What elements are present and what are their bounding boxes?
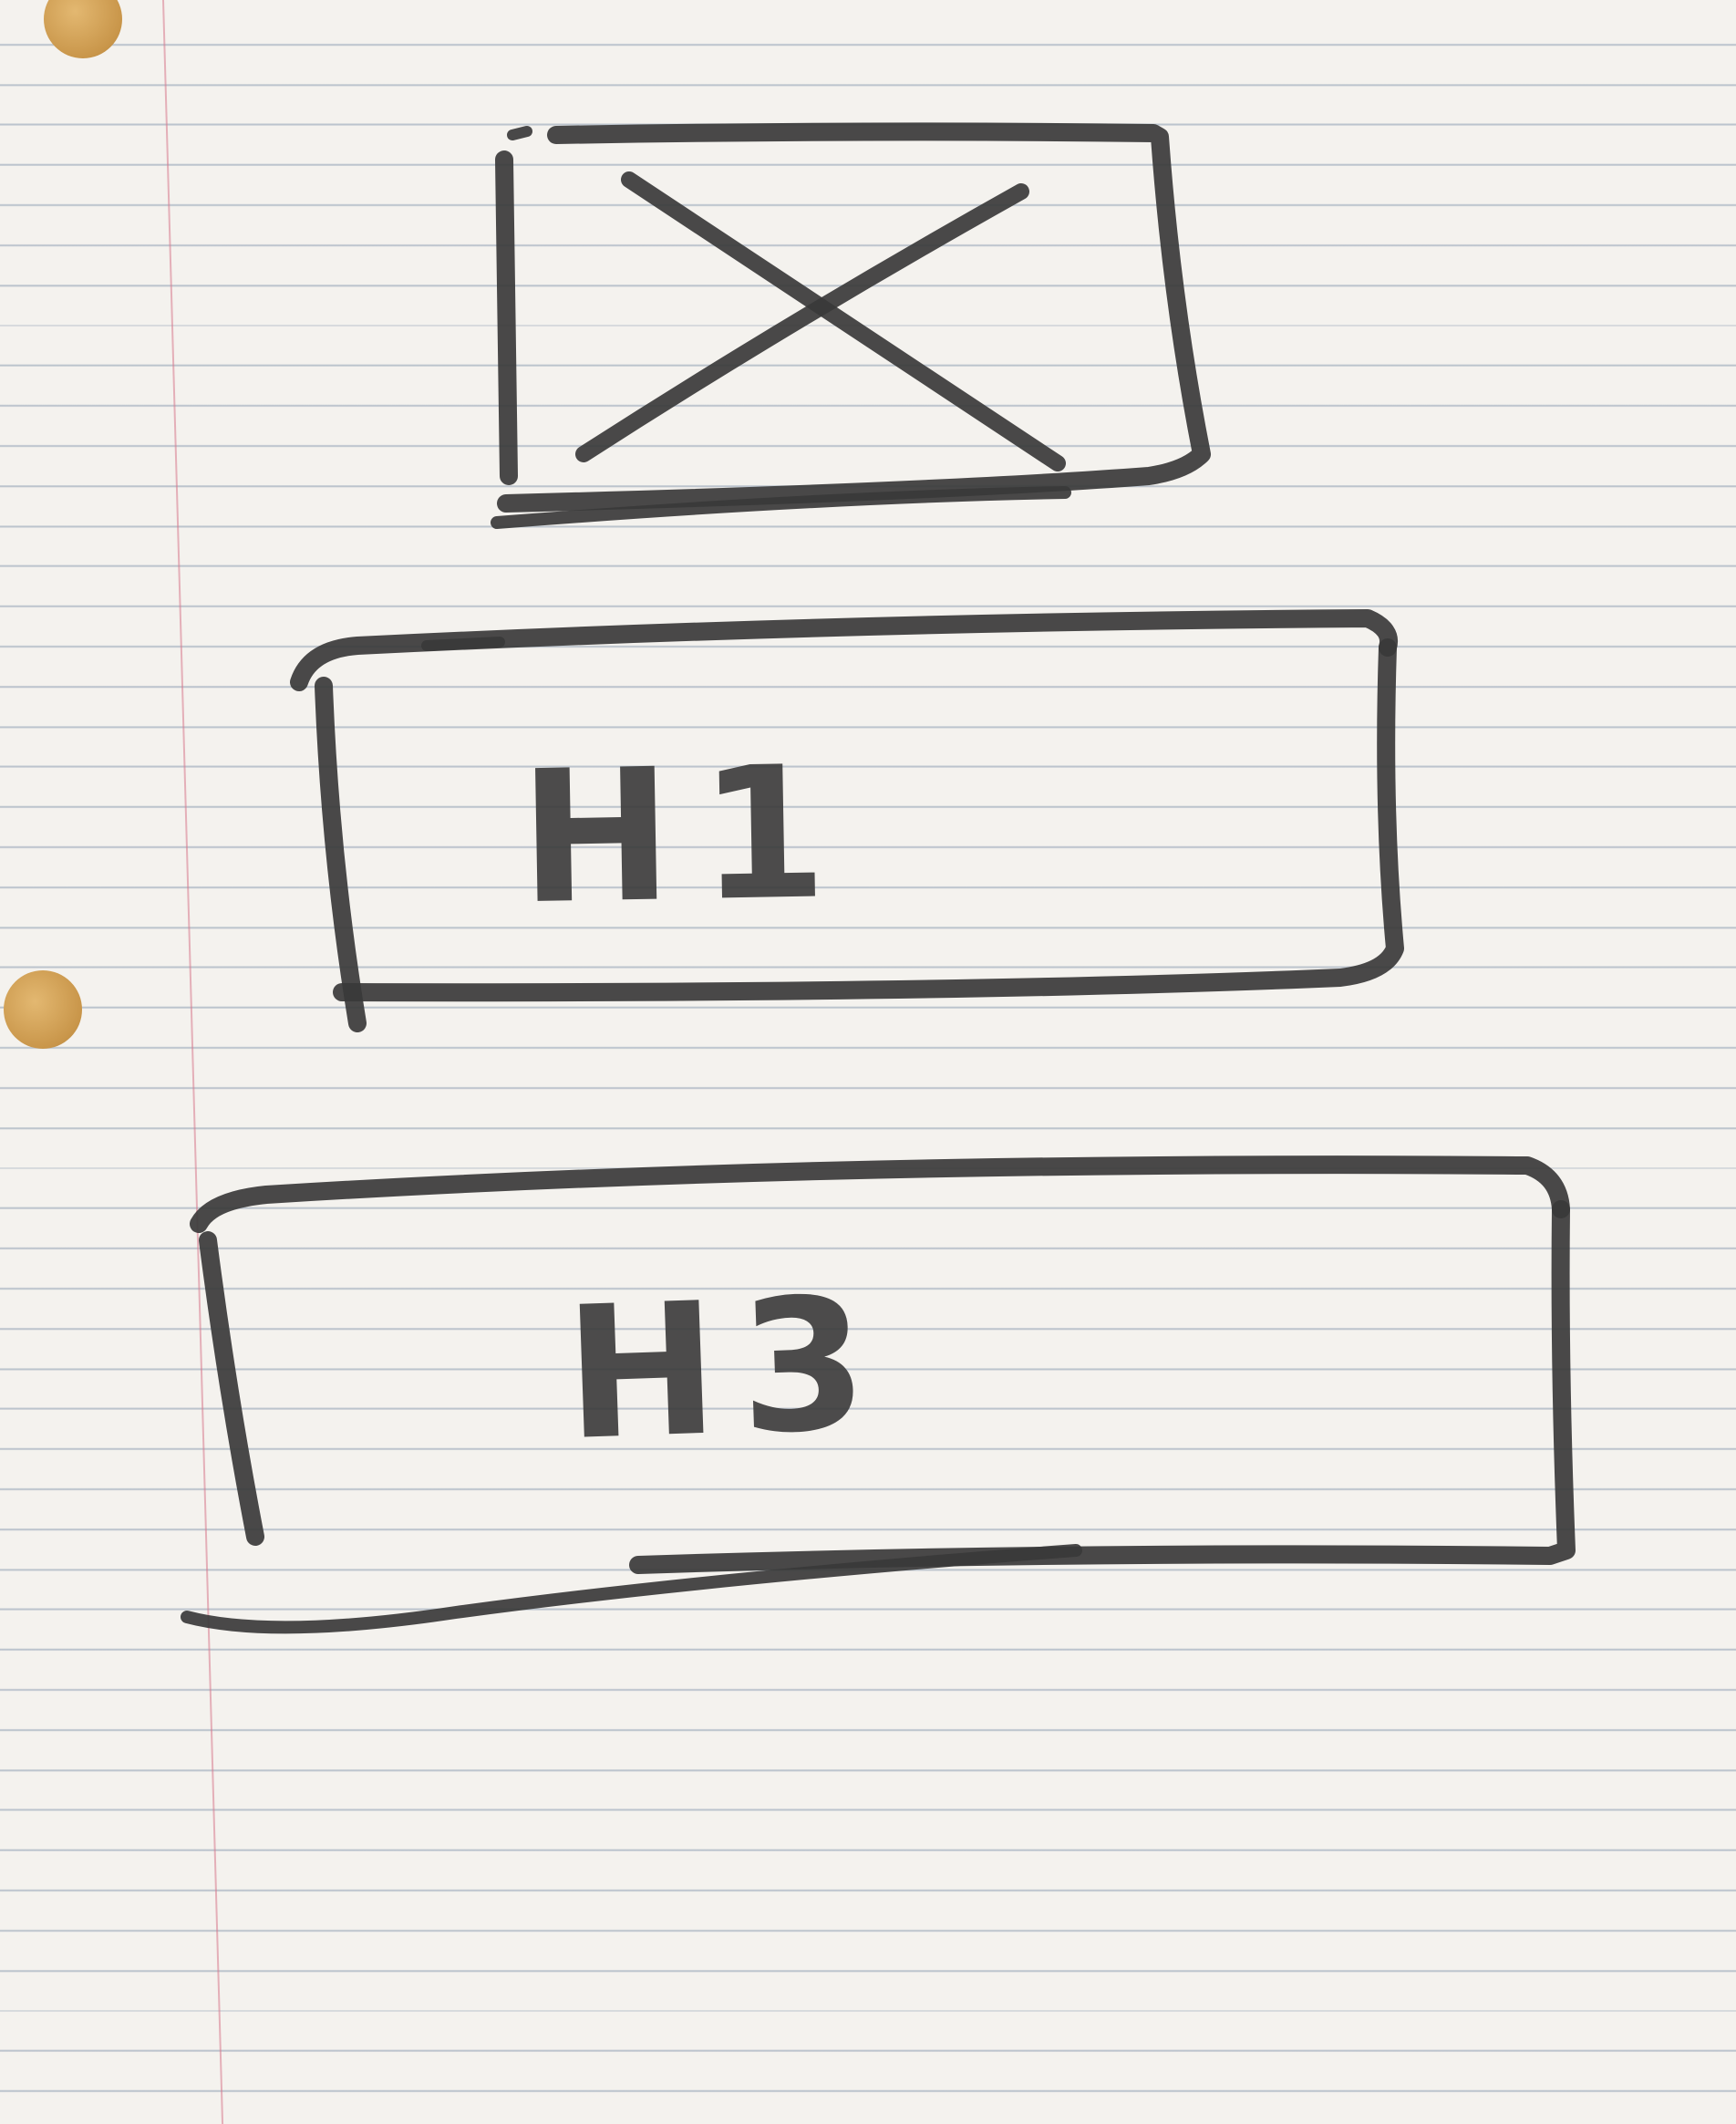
h1-label: H1	[517, 726, 856, 946]
h3-label: H3	[562, 1257, 893, 1482]
image-placeholder-left-edge	[495, 150, 518, 485]
image-placeholder-frame	[497, 122, 1211, 513]
image-placeholder-corner-mark	[507, 126, 532, 140]
wireframe-sketch	[181, 122, 1576, 1634]
image-placeholder-icon	[491, 122, 1211, 529]
x-cross-icon	[575, 171, 1066, 471]
